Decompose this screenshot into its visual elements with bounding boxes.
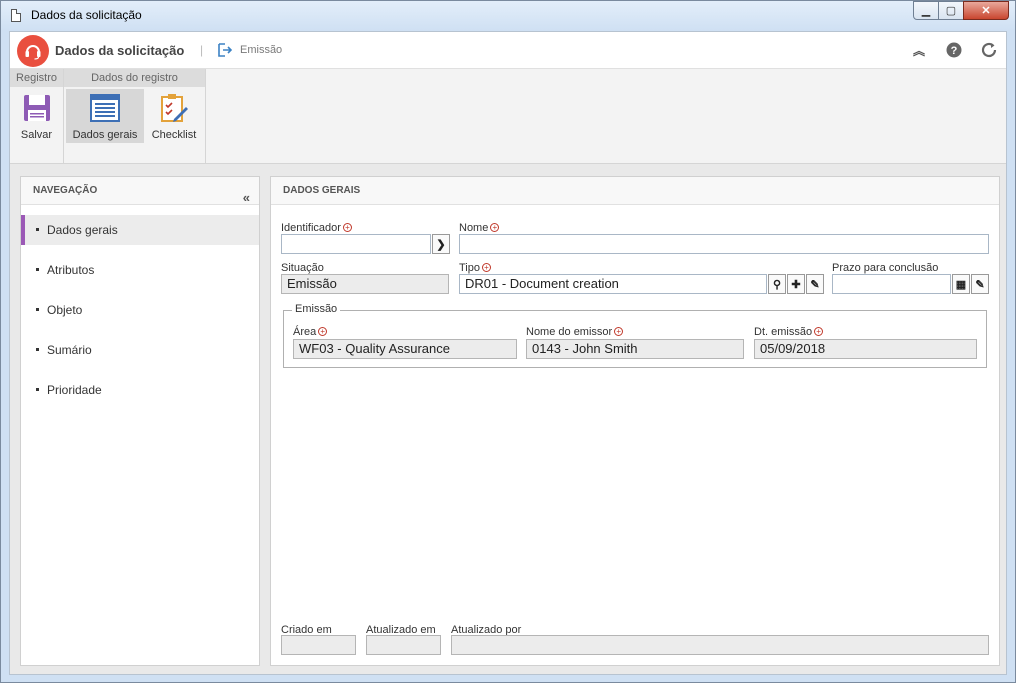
type-input[interactable]: DR01 - Document creation xyxy=(459,274,767,294)
general-data-panel: DADOS GERAIS Identificador + ❯ Nome + Situ… xyxy=(270,176,1000,666)
nav-item-sumario[interactable]: Sumário xyxy=(21,335,259,365)
nav-item-label: Sumário xyxy=(47,343,92,357)
ribbon-group-label: Dados do registro xyxy=(64,69,205,87)
calendar-button[interactable]: ▦ xyxy=(952,274,970,294)
page-title: Dados da solicitação xyxy=(55,43,185,58)
ribbon-toolbar: Registro Salvar Dados do registro Dados … xyxy=(10,69,1006,164)
required-icon: + xyxy=(342,223,352,232)
type-label: Tipo + xyxy=(459,262,491,274)
navigation-title: NAVEGAÇÃO xyxy=(33,185,98,196)
window-title: Dados da solicitação xyxy=(31,8,142,22)
maximize-button[interactable]: ▢ xyxy=(938,1,964,20)
document-icon xyxy=(11,9,21,22)
nav-item-prioridade[interactable]: Prioridade xyxy=(21,375,259,405)
minimize-icon: ▁ xyxy=(921,5,931,17)
issue-fieldset: Emissão Área + WF03 - Quality Assurance N… xyxy=(283,303,987,368)
ribbon-group-registro: Registro Salvar xyxy=(10,69,64,163)
go-arrow-button[interactable]: ❯ xyxy=(432,234,450,254)
nav-item-atributos[interactable]: Atributos xyxy=(21,255,259,285)
checklist-icon xyxy=(161,94,188,122)
nav-item-dados-gerais[interactable]: Dados gerais xyxy=(21,215,259,245)
checklist-button[interactable]: Checklist xyxy=(146,89,202,143)
headset-logo-icon xyxy=(17,35,49,67)
identifier-input[interactable] xyxy=(281,234,431,254)
required-icon: + xyxy=(490,223,500,232)
refresh-icon[interactable] xyxy=(980,41,998,59)
plus-icon: ✚ xyxy=(791,278,801,291)
issue-legend: Emissão xyxy=(292,303,341,315)
deadline-input[interactable] xyxy=(832,274,951,294)
add-type-button[interactable]: ✚ xyxy=(787,274,805,294)
nav-item-label: Prioridade xyxy=(47,383,102,397)
breadcrumb: Emissão xyxy=(240,44,283,56)
navigation-header: NAVEGAÇÃO « xyxy=(21,177,259,205)
required-icon: + xyxy=(814,327,824,336)
required-icon: + xyxy=(482,263,491,272)
header-actions: ︽ ? xyxy=(910,41,998,59)
updated-field xyxy=(366,635,441,655)
eraser-icon: ✎ xyxy=(810,278,820,291)
chevron-right-icon: ❯ xyxy=(436,238,446,251)
created-field xyxy=(281,635,356,655)
minimize-button[interactable]: ▁ xyxy=(913,1,939,20)
status-field: Emissão xyxy=(281,274,449,294)
search-icon: ⚲ xyxy=(772,278,782,291)
status-label: Situação xyxy=(281,262,324,274)
save-icon xyxy=(23,95,50,121)
collapse-panel-icon[interactable]: « xyxy=(243,184,250,212)
form-header: DADOS GERAIS xyxy=(271,177,999,205)
general-data-button[interactable]: Dados gerais xyxy=(66,89,144,143)
ribbon-group-label: Registro xyxy=(10,69,63,87)
issuer-label: Nome do emissor + xyxy=(526,326,624,338)
application-window: Dados da solicitação ▁ ▢ ✕ Dados da soli… xyxy=(0,0,1016,683)
close-button[interactable]: ✕ xyxy=(963,1,1009,20)
window-controls: ▁ ▢ ✕ xyxy=(913,1,1009,20)
title-bar: Dados da solicitação ▁ ▢ ✕ xyxy=(1,1,1015,31)
collapse-up-icon[interactable]: ︽ xyxy=(910,41,928,59)
identifier-label: Identificador + xyxy=(281,222,352,234)
svg-text:?: ? xyxy=(951,45,958,57)
client-area: Dados da solicitação | Emissão ︽ ? Regis… xyxy=(9,31,1007,675)
bullet-icon xyxy=(36,268,39,271)
updated-by-field xyxy=(451,635,989,655)
form-title: DADOS GERAIS xyxy=(283,185,361,196)
nav-item-label: Objeto xyxy=(47,303,83,317)
app-header: Dados da solicitação | Emissão ︽ ? xyxy=(10,32,1006,69)
issuer-field: 0143 - John Smith xyxy=(526,339,744,359)
issue-date-label: Dt. emissão + xyxy=(754,326,824,338)
maximize-icon: ▢ xyxy=(945,5,957,17)
bullet-icon xyxy=(36,308,39,311)
nav-item-label: Dados gerais xyxy=(47,223,118,237)
bullet-icon xyxy=(36,388,39,391)
calendar-icon: ▦ xyxy=(955,278,967,291)
required-icon: + xyxy=(318,327,328,336)
issue-date-field: 05/09/2018 xyxy=(754,339,977,359)
name-input[interactable] xyxy=(459,234,989,254)
required-icon: + xyxy=(614,327,624,336)
search-type-button[interactable]: ⚲ xyxy=(768,274,786,294)
checklist-label: Checklist xyxy=(151,129,197,141)
nav-item-objeto[interactable]: Objeto xyxy=(21,295,259,325)
form-icon xyxy=(90,94,120,122)
area-field: WF03 - Quality Assurance xyxy=(293,339,517,359)
deadline-label: Prazo para conclusão xyxy=(832,262,939,274)
nav-item-label: Atributos xyxy=(47,263,95,277)
save-label: Salvar xyxy=(20,129,53,141)
name-label: Nome + xyxy=(459,222,500,234)
bullet-icon xyxy=(36,348,39,351)
area-label: Área + xyxy=(293,326,328,338)
navigation-panel: NAVEGAÇÃO « Dados gerais Atributos Objet… xyxy=(20,176,260,666)
issue-step-icon xyxy=(217,42,233,61)
close-icon: ✕ xyxy=(981,5,991,17)
clear-type-button[interactable]: ✎ xyxy=(806,274,824,294)
bullet-icon xyxy=(36,228,39,231)
eraser-icon: ✎ xyxy=(975,278,985,291)
help-icon[interactable]: ? xyxy=(945,41,963,59)
general-data-label: Dados gerais xyxy=(72,129,138,141)
header-separator: | xyxy=(200,43,204,57)
clear-deadline-button[interactable]: ✎ xyxy=(971,274,989,294)
ribbon-group-dados-registro: Dados do registro Dados gerais Checklist xyxy=(64,69,206,163)
save-button[interactable]: Salvar xyxy=(12,89,61,143)
